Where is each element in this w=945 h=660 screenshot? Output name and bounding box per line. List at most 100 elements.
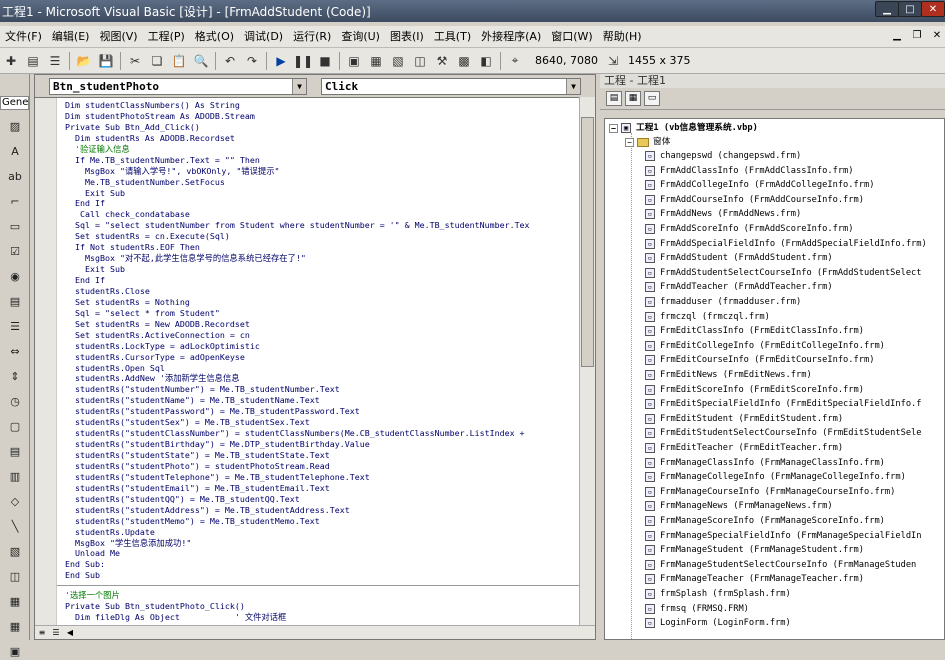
code-line[interactable]: MsgBox "对不起,此学生信息学号的信息系统已经存在了!" [65, 253, 581, 264]
form-tree-item[interactable]: ▫ FrmAddSpecialFieldInfo (FrmAddSpecialFi… [645, 237, 927, 251]
vscrollbar-icon[interactable]: ⇕ [4, 367, 26, 385]
properties-icon[interactable]: ▦ [367, 52, 385, 70]
code-line[interactable]: If Not studentRs.EOF Then [65, 242, 581, 253]
form-tree-item[interactable]: ▫ frmSplash (frmSplash.frm) [645, 587, 791, 601]
code-line[interactable]: studentRs("studentAddress") = Me.TB_stud… [65, 505, 581, 516]
code-line[interactable]: End If [65, 275, 581, 286]
add-project-icon[interactable]: ✚ [2, 52, 20, 70]
menu-project[interactable]: 工程(P) [143, 28, 190, 46]
form-tree-item[interactable]: ▫ FrmManageCourseInfo (FrmManageCourseInf… [645, 485, 895, 499]
menu-addins[interactable]: 外接程序(A) [476, 28, 546, 46]
form-tree-item[interactable]: ▫ FrmManageTeacher (FrmManageTeacher.frm) [645, 572, 864, 586]
code-line[interactable]: MsgBox "请输入学号!", vbOKOnly, "错误提示" [65, 166, 581, 177]
code-vertical-scrollbar[interactable] [579, 97, 595, 625]
commandbutton-icon[interactable]: ▭ [4, 217, 26, 235]
forms-folder[interactable]: − 窗体 [625, 135, 670, 149]
stop-icon[interactable]: ■ [316, 52, 334, 70]
object-combo[interactable]: Btn_studentPhoto ▼ [49, 77, 307, 95]
form-tree-item[interactable]: ▫ FrmAddNews (FrmAddNews.frm) [645, 207, 801, 221]
code-line[interactable]: Exit Sub [65, 264, 581, 275]
form-tree-item[interactable]: ▫ LoginForm (LoginForm.frm) [645, 616, 791, 630]
code-line[interactable]: studentRs("studentNumber") = Me.TB_stude… [65, 384, 581, 395]
textbox-icon[interactable]: ab [4, 167, 26, 185]
code-line[interactable]: studentRs("studentSex") = Me.TB_studentS… [65, 417, 581, 428]
code-line[interactable]: Private Sub Btn_Add_Click() [65, 122, 581, 133]
menu-run[interactable]: 运行(R) [288, 28, 336, 46]
code-line[interactable]: Dim studentRs As ADODB.Recordset [65, 133, 581, 144]
code-line[interactable]: studentRs.Close [65, 286, 581, 297]
drivelist-icon[interactable]: ▢ [4, 417, 26, 435]
code-line[interactable]: studentRs("studentClassNumber") = studen… [65, 428, 581, 439]
code-line[interactable]: studentRs("studentName") = Me.TB_student… [65, 395, 581, 406]
timer-icon[interactable]: ◷ [4, 392, 26, 410]
add-form-icon[interactable]: ▤ [24, 52, 42, 70]
full-module-view-icon[interactable]: ☰ [49, 628, 63, 637]
shape-icon[interactable]: ◇ [4, 492, 26, 510]
menu-editor-icon[interactable]: ☰ [46, 52, 64, 70]
form-tree-item[interactable]: ▫ FrmEditStudentSelectCourseInfo (FrmEdit… [645, 426, 922, 440]
toggle-folders-icon[interactable]: ▭ [644, 91, 660, 106]
minimize-button[interactable]: ▁ [875, 1, 899, 17]
optionbutton-icon[interactable]: ◉ [4, 267, 26, 285]
scroll-left-icon[interactable]: ◀ [63, 628, 77, 637]
form-tree-item[interactable]: ▫ FrmAddStudentSelectCourseInfo (FrmAddSt… [645, 266, 922, 280]
menu-file[interactable]: 文件(F) [0, 28, 47, 46]
project-root[interactable]: − ▣ 工程1 (vb信息管理系统.vbp) [609, 121, 758, 135]
chevron-down-icon[interactable]: ▼ [292, 78, 306, 94]
code-line[interactable]: '选择一个图片 [65, 590, 581, 601]
code-text[interactable]: Dim studentClassNumbers() As String Dim s… [57, 100, 581, 623]
code-line[interactable]: studentRs.Update [65, 527, 581, 538]
form-tree-item[interactable]: ▫ FrmManageStudentSelectCourseInfo (FrmMa… [645, 558, 916, 572]
pause-icon[interactable]: ❚❚ [293, 52, 313, 70]
procedure-view-icon[interactable]: ≡ [35, 628, 49, 637]
form-tree-item[interactable]: ▫ FrmAddStudent (FrmAddStudent.frm) [645, 251, 833, 265]
view-object-icon[interactable]: ▦ [625, 91, 641, 106]
label-icon[interactable]: A [4, 142, 26, 160]
code-line[interactable]: End If [65, 198, 581, 209]
menu-view[interactable]: 视图(V) [94, 28, 142, 46]
form-tree-item[interactable]: ▫ FrmManageScoreInfo (FrmManageScoreInfo.… [645, 514, 885, 528]
procedure-combo[interactable]: Click ▼ [321, 77, 581, 95]
data-control-icon[interactable]: ◫ [4, 567, 26, 585]
form-tree-item[interactable]: ▫ FrmEditTeacher (FrmEditTeacher.frm) [645, 441, 843, 455]
code-line[interactable]: studentRs("studentQQ") = Me.TB_studentQQ… [65, 494, 581, 505]
undo-icon[interactable]: ↶ [221, 52, 239, 70]
code-horizontal-scrollbar[interactable]: ≡ ☰ ◀ [35, 625, 595, 639]
code-line[interactable]: Sql = "select studentNumber from Student… [65, 220, 581, 231]
mdi-minimize-icon[interactable]: ▁ [889, 29, 905, 43]
form-tree-item[interactable]: ▫ frmadduser (frmadduser.frm) [645, 295, 801, 309]
code-line[interactable]: studentRs("studentPassword") = Me.TB_stu… [65, 406, 581, 417]
menu-tools[interactable]: 工具(T) [429, 28, 476, 46]
form-tree-item[interactable]: ▫ FrmEditSpecialFieldInfo (FrmEditSpecial… [645, 397, 922, 411]
toolbox-icon[interactable]: ⚒ [433, 52, 451, 70]
frame-icon[interactable]: ⌐ [4, 192, 26, 210]
code-line[interactable]: studentRs("studentMemo") = Me.TB_student… [65, 516, 581, 527]
maximize-button[interactable]: □ [898, 1, 922, 17]
combobox-icon[interactable]: ▤ [4, 292, 26, 310]
collapse-icon[interactable]: − [625, 137, 634, 147]
save-icon[interactable]: 💾 [97, 52, 115, 70]
open-icon[interactable]: 📂 [75, 52, 93, 70]
toolbox-general-tab[interactable]: General [0, 96, 29, 110]
listbox-icon[interactable]: ☰ [4, 317, 26, 335]
code-line[interactable]: Dim studentPhotoStream As ADODB.Stream [65, 111, 581, 122]
ole-icon[interactable]: ▦ [4, 592, 26, 610]
code-line[interactable]: studentRs("studentState") = Me.TB_studen… [65, 450, 581, 461]
code-line[interactable]: MsgBox "学生信息添加成功!" [65, 538, 581, 549]
mdi-restore-icon[interactable]: ❐ [909, 29, 925, 43]
picturebox-icon[interactable]: ▨ [4, 117, 26, 135]
collapse-icon[interactable]: − [609, 123, 618, 133]
run-icon[interactable]: ▶ [272, 52, 290, 70]
code-line[interactable]: studentRs("studentBirthday") = Me.DTP_st… [65, 439, 581, 450]
form-tree-item[interactable]: ▫ FrmAddScoreInfo (FrmAddScoreInfo.frm) [645, 222, 854, 236]
code-line[interactable]: studentRs.Open Sql [65, 363, 581, 374]
code-line[interactable]: If Me.TB_studentNumber.Text = "" Then [65, 155, 581, 166]
hscrollbar-icon[interactable]: ⇔ [4, 342, 26, 360]
code-line[interactable]: Private Sub Btn_studentPhoto_Click() [65, 601, 581, 612]
redo-icon[interactable]: ↷ [243, 52, 261, 70]
code-line[interactable]: Sql = "select * from Student" [65, 308, 581, 319]
form-tree-item[interactable]: ▫ frmczql (frmczql.frm) [645, 310, 770, 324]
form-tree-item[interactable]: ▫ FrmManageClassInfo (FrmManageClassInfo.… [645, 456, 885, 470]
form-layout-icon[interactable]: ▧ [389, 52, 407, 70]
find-icon[interactable]: 🔍 [192, 52, 210, 70]
